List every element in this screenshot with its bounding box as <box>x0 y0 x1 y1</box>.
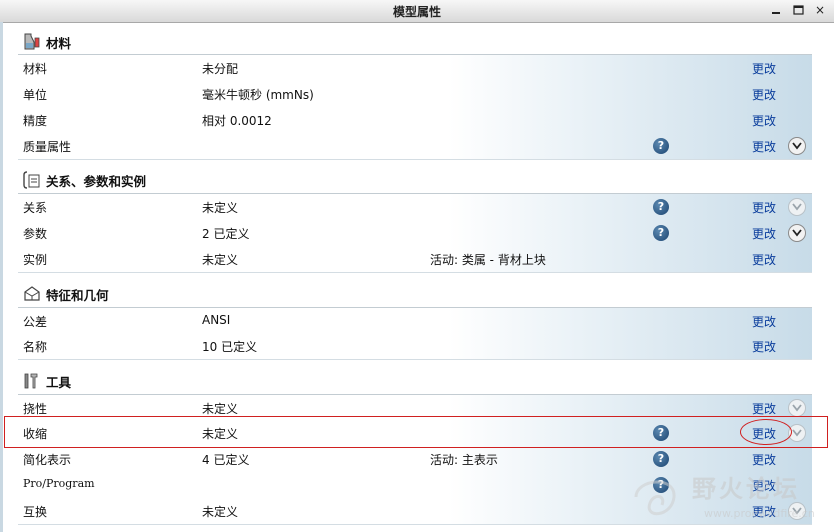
feature-geometry-icon <box>24 286 40 301</box>
row-names: 名称 10 已定义 更改 <box>18 333 812 360</box>
info-icon[interactable]: ? <box>653 138 669 154</box>
row-value: 未分配 <box>202 62 239 76</box>
row-label: 精度 <box>23 114 48 128</box>
row-instances: 实例 未定义 活动: 类属 - 背材上块 更改 <box>18 246 812 273</box>
section-material: 材料 <box>18 29 812 53</box>
chevron-down-icon[interactable] <box>788 224 806 242</box>
row-value: 未定义 <box>202 201 239 215</box>
row-label: 关系 <box>23 201 48 215</box>
highlight-ellipse <box>740 419 792 445</box>
section-tools: 工具 <box>18 368 812 392</box>
change-link[interactable]: 更改 <box>752 86 776 103</box>
change-link[interactable]: 更改 <box>752 313 776 330</box>
change-link[interactable]: 更改 <box>752 60 776 77</box>
row-value: 4 已定义 <box>202 453 250 467</box>
section-title: 特征和几何 <box>46 288 109 303</box>
change-link[interactable]: 更改 <box>752 199 776 216</box>
row-label: 互换 <box>23 505 48 519</box>
change-link[interactable]: 更改 <box>752 338 776 355</box>
row-extra: 活动: 主表示 <box>430 453 498 467</box>
row-value: 毫米牛顿秒 (mmNs) <box>202 88 314 102</box>
row-label: 单位 <box>23 88 48 102</box>
change-link[interactable]: 更改 <box>752 225 776 242</box>
section-title: 工具 <box>46 375 72 390</box>
change-link[interactable]: 更改 <box>752 251 776 268</box>
window-titlebar: 模型属性 × <box>0 0 834 23</box>
row-accuracy: 精度 相对 0.0012 更改 <box>18 107 812 134</box>
row-value: 未定义 <box>202 253 239 267</box>
window-controls: × <box>770 3 826 17</box>
row-value: 未定义 <box>202 505 239 519</box>
row-value: 相对 0.0012 <box>202 114 272 128</box>
row-label: 名称 <box>23 340 48 354</box>
section-relations: 关系、参数和实例 <box>18 167 812 191</box>
row-extra: 活动: 类属 - 背材上块 <box>430 253 546 267</box>
material-flask-icon <box>24 33 40 50</box>
change-link[interactable]: 更改 <box>752 400 776 417</box>
row-label: 挠性 <box>23 402 48 416</box>
change-link[interactable]: 更改 <box>752 112 776 129</box>
section-title: 材料 <box>46 36 72 51</box>
left-border <box>0 22 3 532</box>
row-tolerance: 公差 ANSI 更改 <box>18 307 812 335</box>
relations-icon <box>23 171 40 189</box>
restore-icon[interactable] <box>792 3 804 17</box>
chevron-down-icon[interactable] <box>788 137 806 155</box>
row-label: 公差 <box>23 315 48 329</box>
row-material: 材料 未分配 更改 <box>18 54 812 82</box>
info-icon[interactable]: ? <box>653 199 669 215</box>
section-features: 特征和几何 <box>18 281 812 305</box>
row-units: 单位 毫米牛顿秒 (mmNs) 更改 <box>18 81 812 108</box>
window-title: 模型属性 <box>392 5 441 19</box>
row-mass-properties: 质量属性 ? 更改 <box>18 133 812 160</box>
watermark-url: www.proewildfire.cn <box>704 507 815 520</box>
chevron-down-icon[interactable] <box>788 198 806 216</box>
row-label: 实例 <box>23 253 48 267</box>
row-label: 材料 <box>23 62 48 76</box>
minimize-icon[interactable] <box>770 3 782 17</box>
watermark: 野火论坛 www.proewildfire.cn <box>626 465 832 529</box>
row-value: 未定义 <box>202 402 239 416</box>
row-value: ANSI <box>202 313 231 327</box>
info-icon[interactable]: ? <box>653 225 669 241</box>
section-title: 关系、参数和实例 <box>46 174 147 189</box>
row-value: 2 已定义 <box>202 227 250 241</box>
watermark-text: 野火论坛 <box>692 475 800 503</box>
row-label: 质量属性 <box>23 140 72 154</box>
row-label: Pro/Program <box>23 477 95 490</box>
watermark-logo-icon <box>634 480 676 516</box>
chevron-down-icon[interactable] <box>788 399 806 417</box>
close-icon[interactable]: × <box>814 3 826 17</box>
tools-icon <box>24 373 38 389</box>
change-link[interactable]: 更改 <box>752 138 776 155</box>
highlight-box <box>4 416 828 448</box>
row-label: 简化表示 <box>23 453 72 467</box>
row-relations: 关系 未定义 ? 更改 <box>18 193 812 221</box>
row-label: 参数 <box>23 227 48 241</box>
row-parameters: 参数 2 已定义 ? 更改 <box>18 220 812 247</box>
row-value: 10 已定义 <box>202 340 258 354</box>
